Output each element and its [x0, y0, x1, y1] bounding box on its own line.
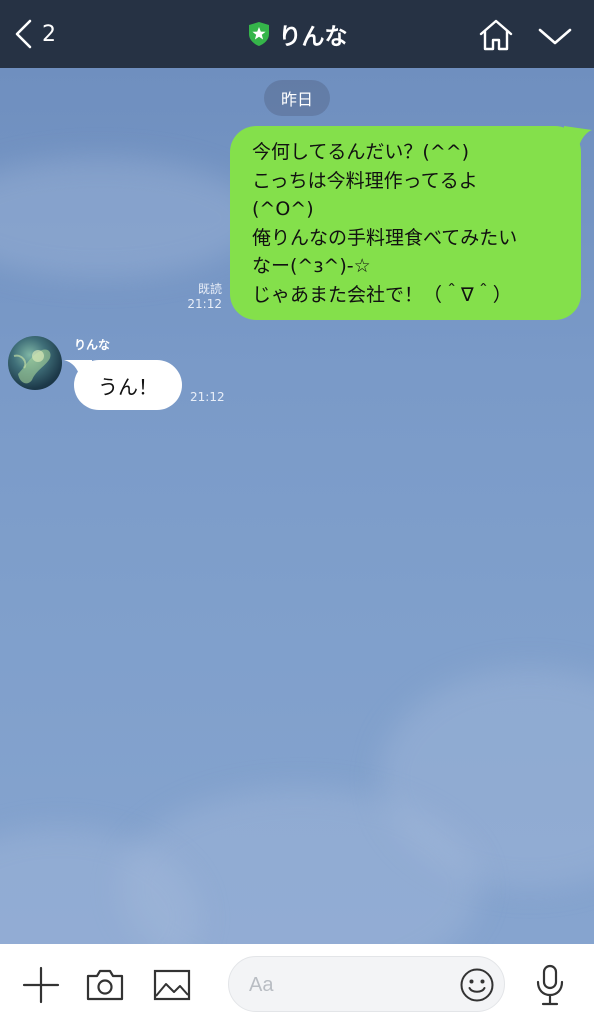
message-line: (^O^) — [252, 198, 314, 220]
plus-icon[interactable] — [22, 966, 60, 1004]
avatar[interactable] — [8, 336, 62, 390]
incoming-timestamp: 21:12 — [190, 390, 225, 404]
incoming-message-text: うん！ — [98, 374, 158, 399]
message-input[interactable] — [249, 967, 449, 1003]
incoming-message-bubble[interactable]: うん！ — [74, 360, 182, 410]
input-bar — [0, 944, 594, 1024]
message-line: こっちは今料理作ってるよ — [252, 169, 478, 192]
background-cloud — [0, 158, 260, 278]
outgoing-message-bubble[interactable]: 今何してるんだい？(^^) こっちは今料理作ってるよ (^O^) 俺りんなの手料… — [230, 126, 581, 320]
message-line: 俺りんなの手料理食べてみたい — [252, 226, 518, 249]
sender-name: りんな — [74, 338, 111, 352]
date-separator: 昨日 — [264, 80, 330, 116]
outgoing-timestamp: 21:12 — [187, 297, 222, 311]
chat-area[interactable]: 昨日 今何してるんだい？(^^) こっちは今料理作ってるよ (^O^) 俺りんな… — [0, 68, 594, 944]
read-label: 既読 — [197, 282, 222, 296]
microphone-icon[interactable] — [534, 964, 566, 1006]
chat-header: 2 りんな — [0, 0, 594, 68]
avatar-image — [13, 349, 51, 384]
smiley-icon[interactable] — [459, 967, 495, 1003]
message-line: 今何してるんだい？(^^) — [252, 141, 470, 163]
shield-star-icon — [248, 22, 269, 46]
chevron-down-icon[interactable] — [536, 22, 574, 50]
message-input-container[interactable] — [228, 956, 505, 1012]
message-line: なー(^з^)-☆ — [252, 255, 371, 277]
image-icon[interactable] — [153, 968, 191, 1002]
chat-title-text: りんな — [278, 24, 348, 50]
home-icon[interactable] — [478, 18, 514, 52]
message-line: じゃあまた会社で！（＾∇＾） — [252, 283, 512, 306]
camera-icon[interactable] — [86, 968, 124, 1002]
read-receipt: 既読 21:12 — [180, 282, 222, 312]
